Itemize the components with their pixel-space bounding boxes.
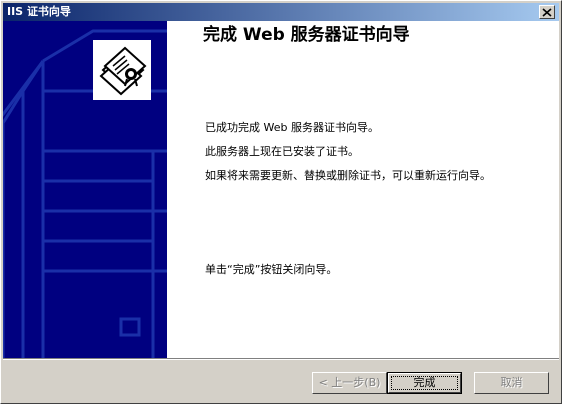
wizard-content: 完成 Web 服务器证书向导 已成功完成 Web 服务器证书向导。 此服务器上现… bbox=[3, 21, 559, 358]
back-button-label: < 上一步(B) bbox=[318, 376, 381, 389]
title-bar[interactable]: IIS 证书向导 bbox=[3, 3, 559, 21]
certificate-icon bbox=[93, 40, 151, 100]
certificate-icon-box bbox=[93, 40, 151, 100]
page-title: 完成 Web 服务器证书向导 bbox=[203, 25, 410, 45]
finish-button-label: 完成 bbox=[413, 376, 436, 389]
message-line-3: 如果将来需要更新、替换或删除证书，可以重新运行向导。 bbox=[205, 169, 491, 182]
close-icon bbox=[542, 7, 552, 17]
wizard-window: IIS 证书向导 完成 Web 服务器证书向导 已成功完成 Web 服务器证书向… bbox=[0, 0, 562, 404]
button-separator bbox=[3, 358, 559, 360]
window-title: IIS 证书向导 bbox=[7, 5, 71, 18]
message-line-4: 单击“完成”按钮关闭向导。 bbox=[205, 263, 338, 276]
finish-button[interactable]: 完成 bbox=[387, 372, 462, 394]
close-button[interactable] bbox=[539, 5, 555, 19]
wizard-side-banner bbox=[3, 21, 167, 358]
cancel-button-label: 取消 bbox=[500, 376, 523, 389]
back-button[interactable]: < 上一步(B) bbox=[312, 372, 387, 394]
cancel-button[interactable]: 取消 bbox=[474, 372, 549, 394]
message-line-2: 此服务器上现在已安装了证书。 bbox=[205, 145, 359, 158]
message-line-1: 已成功完成 Web 服务器证书向导。 bbox=[205, 121, 379, 134]
